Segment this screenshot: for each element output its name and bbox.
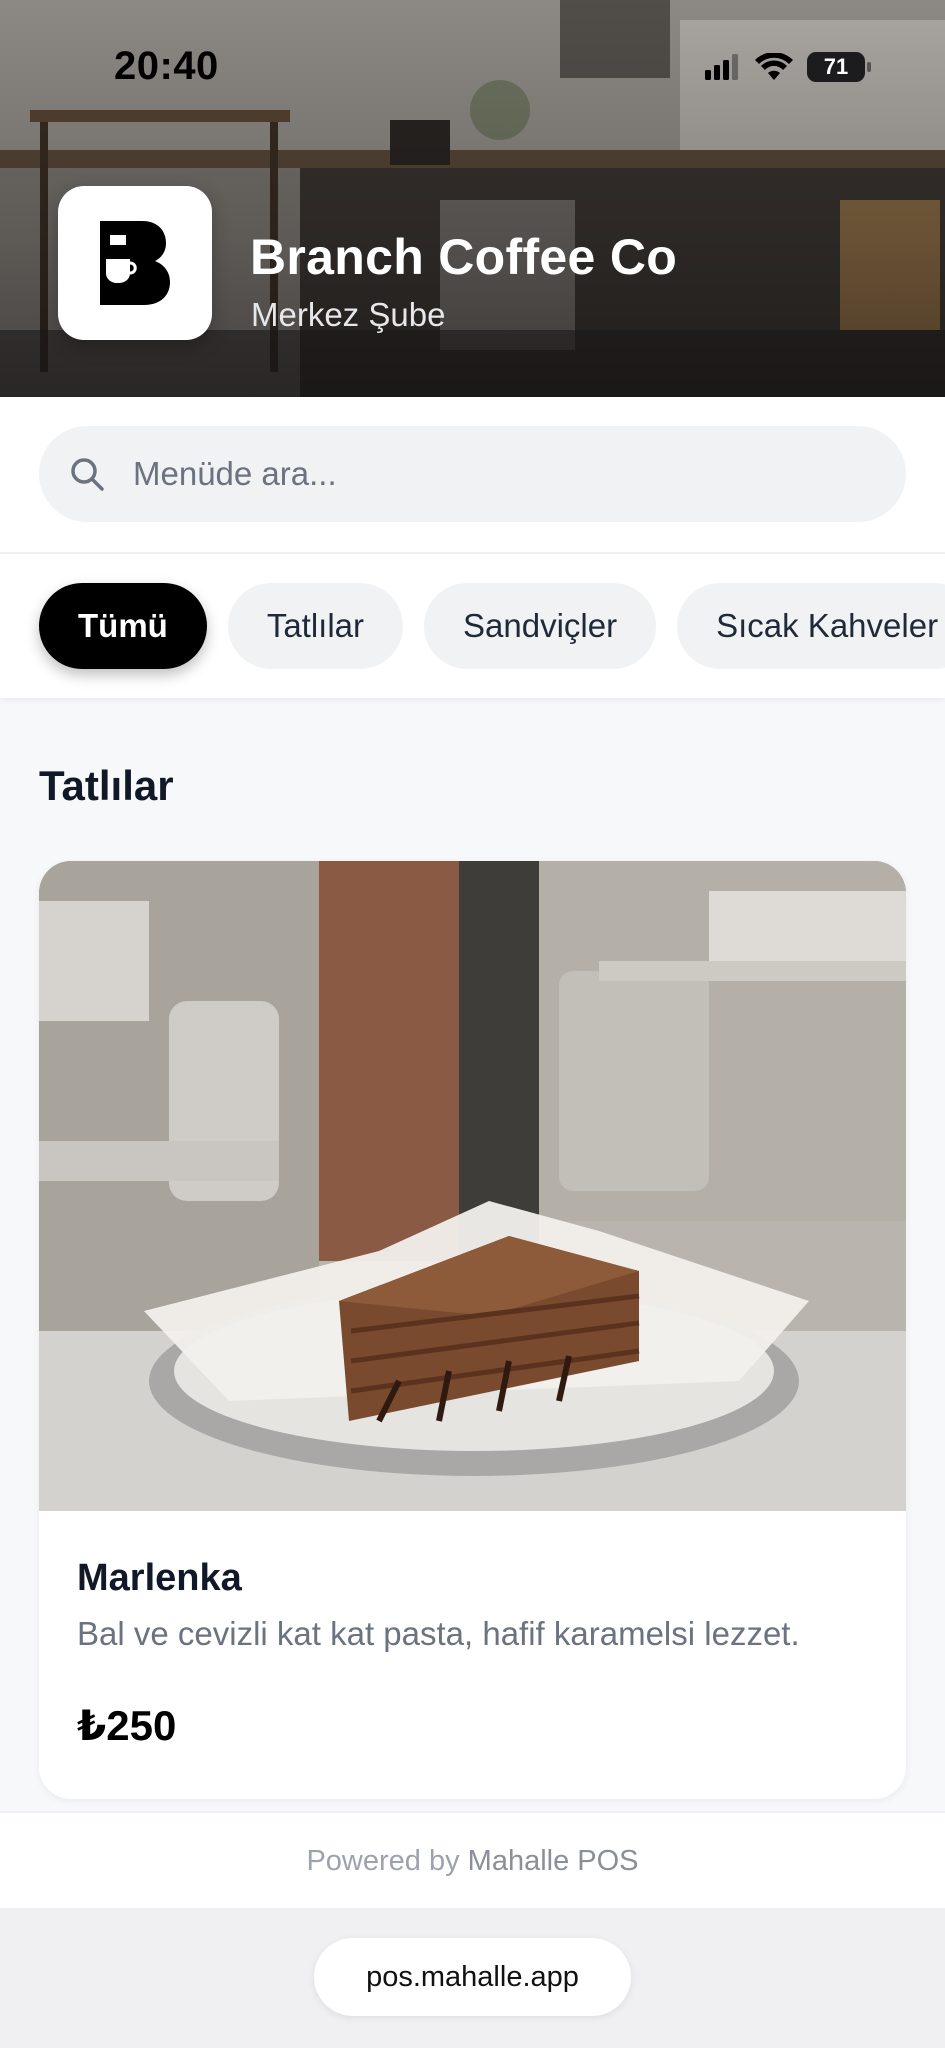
menu-item-price: ₺250 (77, 1702, 177, 1749)
search-icon (71, 458, 104, 491)
menu-item-name: Marlenka (77, 1557, 242, 1599)
cellular-signal-icon (705, 54, 738, 80)
header-hero: 20:40 71 Branch Coffee Co Merkez Şube (0, 0, 945, 397)
search-input[interactable] (131, 454, 875, 494)
search-bar[interactable] (39, 426, 906, 522)
branch-coffee-logo-icon (100, 221, 170, 305)
menu-item-description: Bal ve cevizli kat kat pasta, hafif kara… (77, 1615, 800, 1652)
brand-logo (58, 186, 212, 340)
powered-by-prefix: Powered by (306, 1845, 460, 1877)
battery-level: 71 (823, 54, 849, 79)
battery-icon: 71 (807, 52, 871, 82)
menu-item-card[interactable]: Marlenka Bal ve cevizli kat kat pasta, h… (39, 861, 906, 1799)
status-time: 20:40 (114, 44, 219, 88)
status-icons: 71 (705, 52, 871, 82)
powered-by-footer: Powered by Mahalle POS (0, 1811, 945, 1909)
branch-name: Merkez Şube (251, 296, 446, 333)
wifi-icon (755, 53, 793, 80)
powered-by-brand-link[interactable]: Mahalle POS (468, 1845, 639, 1877)
category-chip-hot-coffees[interactable]: Sıcak Kahveler (677, 583, 945, 669)
category-chip-all[interactable]: Tümü (39, 583, 207, 669)
category-chip-desserts[interactable]: Tatlılar (227, 583, 404, 669)
url-field[interactable]: pos.mahalle.app (314, 1938, 631, 2016)
section-title: Tatlılar (39, 762, 174, 809)
browser-address-bar: pos.mahalle.app (0, 1908, 945, 2048)
search-area (0, 397, 945, 554)
menu-item-photo (39, 861, 906, 1511)
category-tabs: Tümü Tatlılar Sandviçler Sıcak Kahveler (0, 554, 945, 698)
brand-name: Branch Coffee Co (250, 229, 678, 285)
category-chip-sandwiches[interactable]: Sandviçler (424, 583, 657, 669)
